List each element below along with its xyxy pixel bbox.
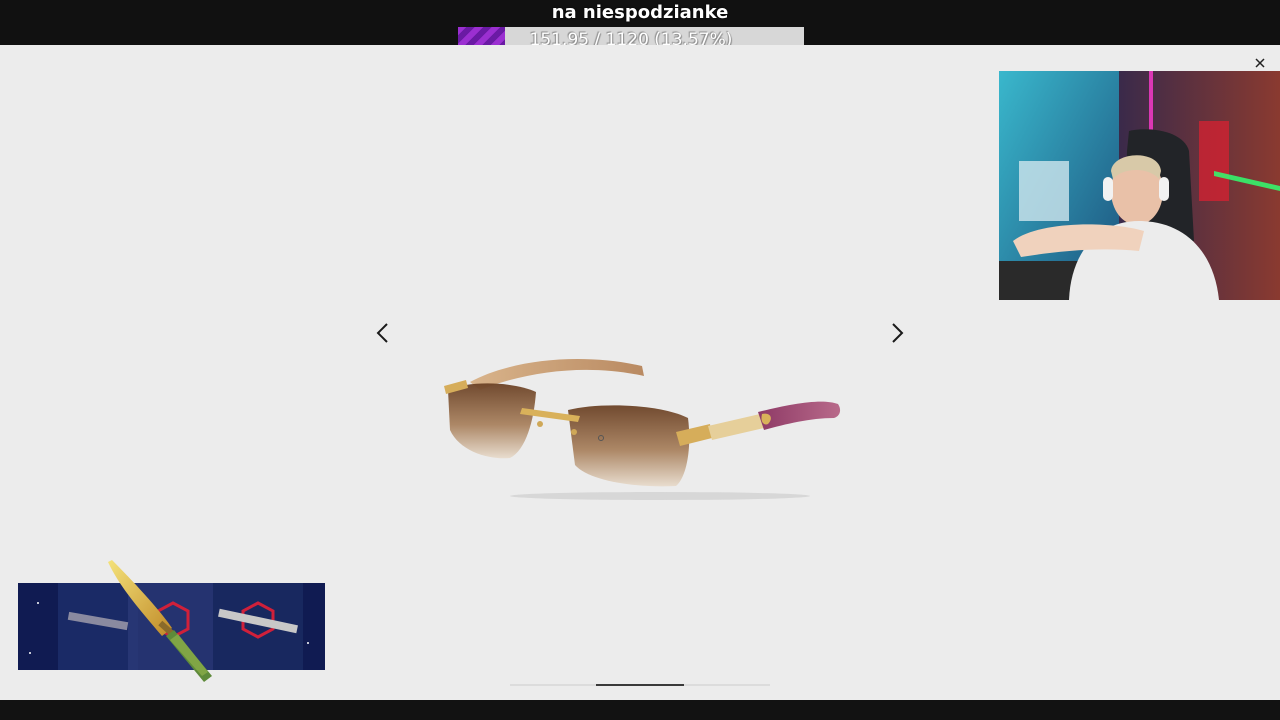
next-image-button[interactable] — [882, 318, 912, 348]
stream-top-bar: na niespodzianke 151.95 / 1120 (13.57%) — [0, 0, 1280, 53]
close-button[interactable] — [1252, 55, 1268, 71]
carousel-scroll-thumb[interactable] — [596, 684, 684, 686]
knife-sticker — [108, 560, 212, 682]
goal-title: na niespodzianke — [551, 2, 729, 23]
cursor-icon — [598, 435, 604, 441]
previous-image-button[interactable] — [368, 318, 398, 348]
chevron-left-icon — [376, 323, 388, 343]
close-icon — [1255, 58, 1265, 68]
stream-bottom-bar — [0, 700, 1280, 720]
product-image-sunglasses — [444, 359, 841, 500]
carousel-scrollbar[interactable] — [510, 684, 770, 686]
webcam-feed — [999, 71, 1280, 300]
chevron-right-icon — [892, 323, 904, 343]
webcam-overlay — [999, 71, 1280, 300]
